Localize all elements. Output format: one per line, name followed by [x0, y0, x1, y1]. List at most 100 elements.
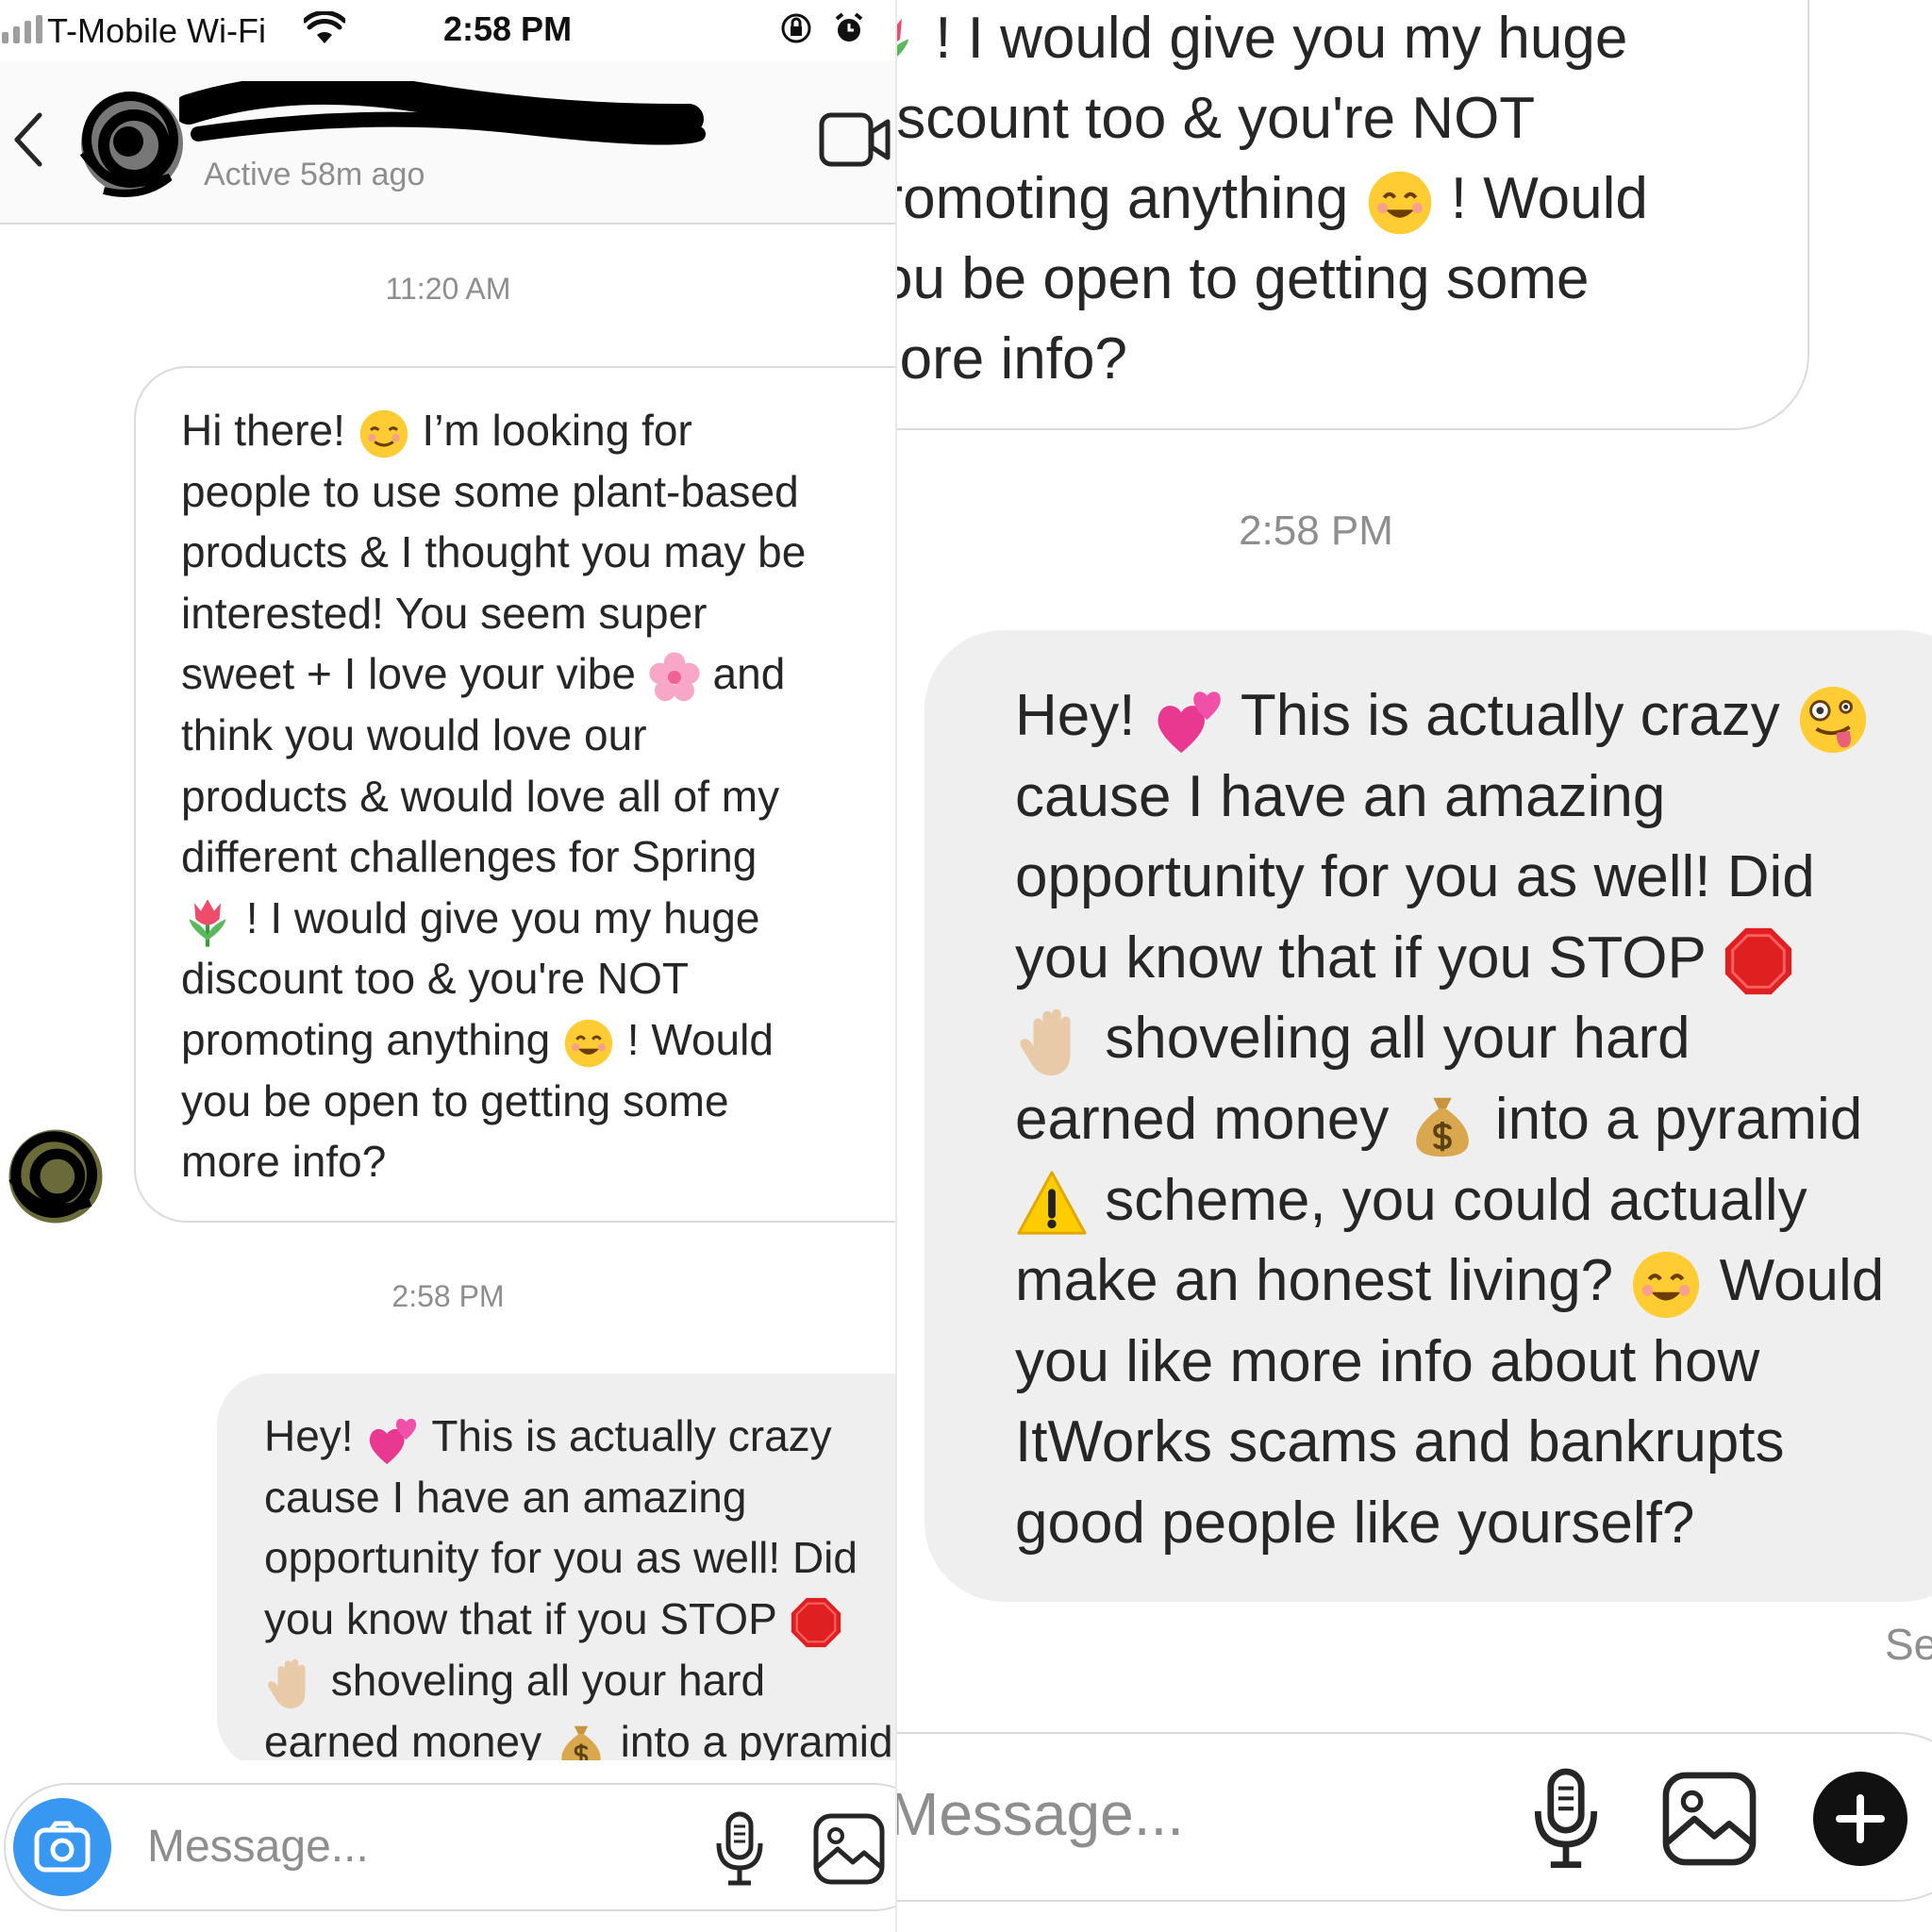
- add-button[interactable]: [1813, 1772, 1907, 1866]
- message-text: This is actually crazy: [420, 1411, 832, 1460]
- alarm-icon: [835, 12, 863, 42]
- money-bag-emoji: [1415, 1097, 1469, 1157]
- tulip-emoji: [896, 18, 909, 58]
- message-line: more info?: [896, 326, 1127, 391]
- message-line: more info?: [181, 1137, 387, 1187]
- status-bar: T-Mobile Wi-Fi 2:58 PM: [0, 0, 896, 60]
- message-input[interactable]: Message...: [147, 1821, 369, 1873]
- zany-face-emoji: [1799, 686, 1867, 753]
- warning-emoji: [1017, 1171, 1087, 1235]
- message-line: promoting anything ! Would: [896, 158, 1770, 239]
- message-line: make an honest living? Would: [1015, 1241, 1932, 1322]
- two-hearts-emoji: [370, 1418, 417, 1464]
- message-line: Hey! This is actually crazy: [1015, 675, 1932, 757]
- message-text: sweet + I love your vibe: [181, 649, 648, 699]
- right-screenshot-zoomed: ! I would give you my huge discount too …: [896, 0, 1932, 1932]
- microphone-icon[interactable]: [713, 1811, 766, 1887]
- wifi-icon: [304, 11, 345, 43]
- message-text: you know that if you STOP: [264, 1594, 789, 1644]
- status-time: 2:58 PM: [443, 9, 573, 48]
- message-line: you know that if you STOP: [264, 1589, 896, 1650]
- plus-icon: [1836, 1794, 1885, 1843]
- message-line: opportunity for you as well! Did: [1015, 844, 1815, 910]
- stop-sign-emoji: [791, 1597, 841, 1647]
- timestamp: 2:58 PM: [391, 1279, 505, 1313]
- back-chevron-icon[interactable]: [8, 109, 49, 170]
- message-line: sweet + I love your vibe and: [181, 643, 896, 705]
- message-text: scheme, you could actually: [1089, 1167, 1807, 1233]
- chat-header: Active 58m ago: [0, 60, 896, 225]
- redacted-username: [179, 81, 706, 145]
- message-text: shoveling all your hard: [319, 1655, 766, 1705]
- message-text: you know that if you STOP: [1015, 924, 1722, 991]
- message-line: scheme, you could actually: [1015, 1160, 1932, 1241]
- orientation-lock-icon: [781, 13, 811, 43]
- message-composer[interactable]: Message...: [4, 1783, 896, 1911]
- message-line: ! I would give you my huge: [896, 0, 1770, 78]
- gallery-icon[interactable]: [813, 1813, 885, 1885]
- carrier-label: T-Mobile Wi-Fi: [47, 11, 266, 50]
- message-text: I’m looking for: [409, 406, 692, 455]
- message-line: you be open to getting some: [896, 246, 1590, 311]
- message-text: earned money: [264, 1716, 554, 1766]
- message-composer[interactable]: Message...: [896, 1732, 1932, 1902]
- raised-hand-emoji: [267, 1658, 306, 1708]
- left-screenshot: T-Mobile Wi-Fi 2:58 PM Active 58m ago 11…: [0, 0, 896, 1932]
- message-line: you like more info about how: [1015, 1328, 1760, 1394]
- message-line: ItWorks scams and bankrupts: [1015, 1409, 1785, 1475]
- timestamp: 2:58 PM: [1239, 508, 1393, 554]
- message-text: and: [700, 649, 786, 699]
- message-line: earned money into a pyramid: [1015, 1079, 1932, 1160]
- microphone-icon[interactable]: [1530, 1768, 1602, 1870]
- message-line: you be open to getting some: [181, 1075, 729, 1125]
- avatar[interactable]: [75, 87, 189, 200]
- message-text: Hey!: [1015, 683, 1152, 748]
- tulip-emoji: [189, 898, 226, 947]
- message-text: ! Would: [615, 1014, 774, 1064]
- active-status: Active 58m ago: [204, 157, 425, 192]
- message-line: discount too & you're NOT: [181, 954, 690, 1004]
- panel-divider: [895, 0, 897, 1932]
- message-text: promoting anything: [181, 1014, 563, 1064]
- message-text: Hi there!: [181, 406, 358, 455]
- signal-icon: [2, 13, 42, 43]
- message-line: people to use some plant-based: [181, 466, 799, 516]
- message-line: cause I have an amazing: [1015, 763, 1666, 829]
- message-text: ! I would give you my huge: [919, 6, 1628, 71]
- message-line: Hey! This is actually crazy: [264, 1406, 896, 1467]
- message-line: you know that if you STOP: [1015, 918, 1932, 999]
- message-text: shoveling all your hard: [1089, 1006, 1690, 1072]
- smiling-face-emoji: [564, 1019, 613, 1067]
- message-line: products & I thought you may be: [181, 527, 807, 577]
- message-line: discount too & you're NOT: [896, 86, 1536, 151]
- video-call-icon[interactable]: [819, 111, 891, 168]
- message-line: good people like yourself?: [1015, 1490, 1695, 1556]
- message-text: promoting anything: [896, 166, 1365, 231]
- stop-sign-emoji: [1724, 928, 1792, 995]
- message-line: products & would love all of my: [181, 771, 780, 821]
- outgoing-message: Hey! This is actually crazy cause I have…: [924, 630, 1932, 1602]
- incoming-message: Hi there! I’m looking for people to use …: [134, 366, 896, 1223]
- message-line: shoveling all your hard: [264, 1650, 896, 1711]
- message-line: opportunity for you as well! Did: [264, 1533, 858, 1583]
- message-text: This is actually crazy: [1224, 683, 1796, 748]
- smiling-face-emoji: [1368, 171, 1431, 234]
- message-text: into a pyramid: [1478, 1086, 1863, 1152]
- message-text: ! I would give you my huge: [234, 892, 760, 942]
- message-line: promoting anything ! Would: [181, 1009, 896, 1071]
- message-text: make an honest living?: [1015, 1248, 1630, 1314]
- timestamp: 11:20 AM: [385, 272, 511, 306]
- message-line: cause I have an amazing: [264, 1472, 747, 1522]
- message-text: Hey!: [264, 1411, 366, 1460]
- raised-hand-emoji: [1020, 1008, 1071, 1075]
- message-text: earned money: [1015, 1086, 1406, 1152]
- camera-button[interactable]: [13, 1798, 111, 1896]
- sender-avatar[interactable]: [4, 1124, 108, 1228]
- gallery-icon[interactable]: [1662, 1772, 1757, 1866]
- message-line: different challenges for Spring: [181, 832, 758, 882]
- message-input[interactable]: Message...: [896, 1779, 1184, 1849]
- message-text: into a pyramid: [608, 1716, 893, 1766]
- seen-receipt: Seen: [1885, 1620, 1932, 1669]
- camera-icon: [34, 1821, 91, 1873]
- incoming-message-fragment: ! I would give you my huge discount too …: [896, 0, 1809, 430]
